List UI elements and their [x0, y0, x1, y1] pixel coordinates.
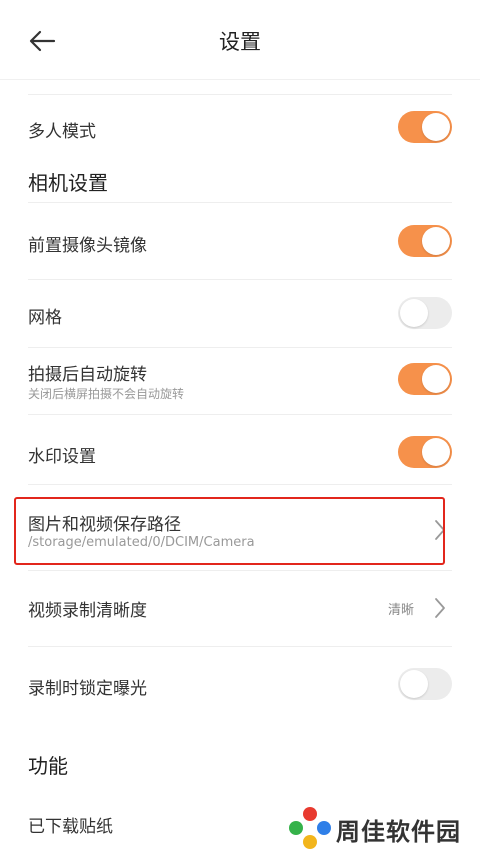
top-bar: 设置 — [0, 0, 480, 80]
divider — [28, 279, 452, 280]
watermark-text: 周佳软件园 — [336, 818, 461, 846]
divider — [28, 646, 452, 647]
setting-label: 网格 — [28, 308, 62, 328]
setting-label: 前置摄像头镜像 — [28, 236, 147, 256]
auto-rotate-toggle[interactable] — [398, 363, 452, 395]
setting-label: 录制时锁定曝光 — [28, 679, 147, 699]
setting-label: 拍摄后自动旋转 — [28, 365, 147, 385]
setting-front-mirror: 前置摄像头镜像 — [28, 222, 452, 262]
divider — [28, 94, 452, 95]
lock-exposure-toggle[interactable] — [398, 668, 452, 700]
multi-person-toggle[interactable] — [398, 111, 452, 143]
chevron-right-icon — [435, 598, 445, 618]
setting-auto-rotate: 拍摄后自动旋转 关闭后横屏拍摄不会自动旋转 — [28, 358, 452, 406]
watermark-toggle[interactable] — [398, 436, 452, 468]
front-mirror-toggle[interactable] — [398, 225, 452, 257]
divider — [28, 570, 452, 571]
section-function: 功能 — [28, 754, 68, 778]
page-title: 设置 — [219, 30, 261, 54]
section-camera-settings: 相机设置 — [28, 171, 108, 195]
setting-multi-person: 多人模式 — [28, 108, 452, 148]
setting-label: 多人模式 — [28, 122, 96, 142]
highlight-box — [14, 497, 445, 565]
divider — [28, 414, 452, 415]
setting-label: 已下载贴纸 — [28, 817, 113, 837]
pinwheel-logo-icon — [289, 807, 331, 849]
setting-watermark: 水印设置 — [28, 434, 452, 474]
divider — [28, 202, 452, 203]
divider — [28, 484, 452, 485]
setting-grid: 网格 — [28, 296, 452, 336]
setting-label: 视频录制清晰度 — [28, 601, 147, 621]
watermark-logo: 周佳软件园 — [288, 806, 478, 850]
setting-video-quality[interactable]: 视频录制清晰度 清晰 — [28, 588, 452, 628]
grid-toggle[interactable] — [398, 297, 452, 329]
setting-sublabel: 关闭后横屏拍摄不会自动旋转 — [28, 387, 185, 401]
setting-lock-exposure: 录制时锁定曝光 — [28, 666, 452, 706]
setting-label: 水印设置 — [28, 447, 96, 467]
setting-value: 清晰 — [387, 603, 414, 618]
divider — [28, 347, 452, 348]
